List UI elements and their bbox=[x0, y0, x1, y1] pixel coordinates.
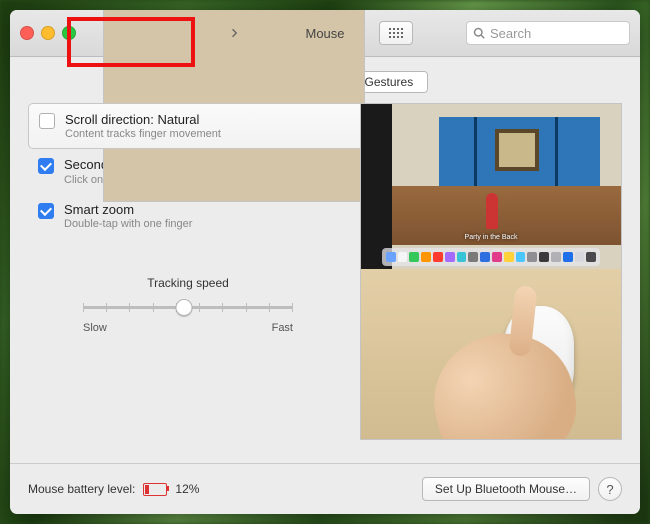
slider-knob[interactable] bbox=[175, 299, 192, 316]
titlebar: Mouse Search bbox=[10, 10, 640, 57]
battery-label: Mouse battery level: bbox=[28, 482, 135, 496]
tracking-speed-slider[interactable] bbox=[83, 294, 293, 322]
checkbox-scroll-direction[interactable] bbox=[39, 113, 55, 129]
slider-max-label: Fast bbox=[272, 322, 293, 334]
search-field[interactable]: Search bbox=[466, 21, 630, 45]
preferences-window: Mouse Search Point & Click More Gestures… bbox=[10, 10, 640, 514]
setup-bluetooth-mouse-button[interactable]: Set Up Bluetooth Mouse… bbox=[422, 477, 590, 501]
search-placeholder: Search bbox=[490, 26, 531, 41]
close-window-button[interactable] bbox=[20, 26, 34, 40]
help-button[interactable]: ? bbox=[598, 477, 622, 501]
window-controls bbox=[20, 26, 76, 40]
grid-icon bbox=[389, 28, 403, 38]
checkbox-smart-zoom[interactable] bbox=[38, 203, 54, 219]
footer: Mouse battery level: 12% Set Up Bluetoot… bbox=[10, 463, 640, 514]
preview-dock bbox=[382, 248, 600, 266]
option-sub: Double-tap with one finger bbox=[64, 218, 192, 230]
tracking-speed-group: Tracking speed Slow Fast bbox=[28, 276, 348, 334]
option-title: Scroll direction: Natural bbox=[65, 112, 199, 127]
option-title: Smart zoom bbox=[64, 202, 134, 217]
preview-caption: Party in the Back bbox=[361, 234, 621, 241]
option-scroll-direction[interactable]: Scroll direction: Natural Content tracks… bbox=[28, 103, 366, 149]
option-sub: Content tracks finger movement bbox=[65, 128, 221, 140]
slider-min-label: Slow bbox=[83, 322, 107, 334]
chevron-right-icon bbox=[228, 27, 240, 39]
checkbox-secondary-click[interactable] bbox=[38, 158, 54, 174]
zoom-window-button[interactable] bbox=[62, 26, 76, 40]
tracking-speed-label: Tracking speed bbox=[28, 276, 348, 290]
gesture-preview-pane: Party in the Back bbox=[360, 103, 622, 440]
minimize-window-button[interactable] bbox=[41, 26, 55, 40]
search-icon bbox=[473, 27, 485, 39]
preview-hand-area bbox=[361, 269, 621, 439]
preview-desktop: Party in the Back bbox=[361, 104, 621, 269]
battery-icon bbox=[143, 483, 167, 496]
show-all-button[interactable] bbox=[379, 21, 413, 45]
battery-percent: 12% bbox=[175, 482, 199, 496]
